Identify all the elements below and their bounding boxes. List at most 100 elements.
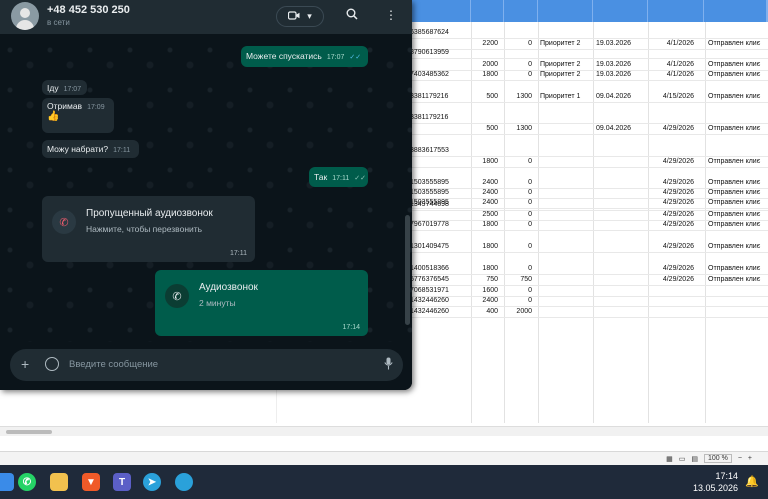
chevron-down-icon: ▾ bbox=[307, 11, 312, 21]
table-cell-b: 750 bbox=[520, 276, 532, 283]
view-break-icon[interactable]: ▤ bbox=[691, 455, 698, 463]
table-cell-a: 1800 bbox=[482, 243, 498, 250]
table-cell-phone: 1400518366 bbox=[410, 265, 449, 272]
table-cell-status: Отправлен клиє bbox=[708, 40, 761, 47]
table-cell-a: 2400 bbox=[482, 179, 498, 186]
avatar[interactable] bbox=[11, 2, 39, 30]
video-call-button[interactable]: ▾ bbox=[276, 6, 324, 27]
table-cell-status: Отправлен клиє bbox=[708, 211, 761, 218]
audio-call-card[interactable]: ✆ Аудиозвонок 2 минуты 17:14 bbox=[155, 270, 368, 336]
table-cell-b: 0 bbox=[528, 265, 532, 272]
table-cell-phone: 1349744698 bbox=[410, 201, 449, 208]
table-cell-prio: Приоритет 2 bbox=[540, 71, 581, 78]
telegram-icon[interactable]: ➤ bbox=[143, 473, 161, 491]
chat-header[interactable]: +48 452 530 250 в сети ▾ ⋮ bbox=[0, 0, 412, 34]
table-cell-prio: Приоритет 1 bbox=[540, 93, 581, 100]
missed-call-card[interactable]: ✆ Пропущенный аудиозвонок Нажмите, чтобы… bbox=[42, 196, 255, 262]
message-input[interactable]: Введите сообщение bbox=[69, 359, 158, 370]
system-clock[interactable]: 17:14 13.05.2026 bbox=[693, 470, 738, 494]
table-cell-status: Отправлен клиє bbox=[708, 93, 761, 100]
table-cell-b: 0 bbox=[528, 297, 532, 304]
table-cell-phone: 1432446260 bbox=[410, 308, 449, 315]
table-cell-a: 500 bbox=[486, 125, 498, 132]
sticker-icon[interactable] bbox=[45, 357, 59, 371]
table-cell-date2: 4/29/2026 bbox=[662, 221, 694, 228]
table-cell-date2: 4/29/2026 bbox=[662, 211, 694, 218]
view-page-icon[interactable]: ▭ bbox=[679, 455, 686, 463]
message-in[interactable]: Можу набрати? 17:11 bbox=[42, 140, 139, 158]
table-cell-a: 2500 bbox=[482, 211, 498, 218]
table-cell-phone: 7403485362 bbox=[410, 71, 449, 78]
table-cell-status: Отправлен клиє bbox=[708, 189, 761, 196]
table-cell-b: 0 bbox=[528, 287, 532, 294]
table-cell-date2: 4/15/2026 bbox=[662, 93, 694, 100]
table-cell-b: 0 bbox=[528, 179, 532, 186]
notification-bell-icon[interactable]: 🔔 bbox=[745, 475, 759, 488]
missed-call-icon: ✆ bbox=[52, 210, 76, 234]
table-cell-date2: 4/29/2026 bbox=[662, 189, 694, 196]
zoom-in-icon[interactable]: + bbox=[748, 455, 752, 462]
microphone-icon[interactable] bbox=[384, 357, 393, 373]
table-cell-status: Отправлен клиє bbox=[708, 61, 761, 68]
table-cell-a: 1800 bbox=[482, 221, 498, 228]
table-cell-a: 2000 bbox=[482, 61, 498, 68]
table-cell-phone: 6385687624 bbox=[410, 29, 449, 36]
table-cell-date2: 4/29/2026 bbox=[662, 276, 694, 283]
table-cell-status: Отправлен клиє bbox=[708, 158, 761, 165]
table-cell-prio: Приоритет 2 bbox=[540, 40, 581, 47]
table-cell-phone: 1503555895 bbox=[410, 189, 449, 196]
table-cell-a: 1800 bbox=[482, 71, 498, 78]
windows-start-icon[interactable] bbox=[0, 473, 14, 491]
table-cell-date1: 19.03.2026 bbox=[596, 61, 632, 68]
message-input-bar[interactable]: + Введите сообщение bbox=[10, 349, 403, 381]
whatsapp-window: +48 452 530 250 в сети ▾ ⋮ Можете спуска… bbox=[0, 0, 412, 390]
sheet-header-row bbox=[410, 0, 768, 22]
table-cell-phone: 1503555895 bbox=[410, 179, 449, 186]
table-cell-b: 0 bbox=[528, 61, 532, 68]
zoom-level[interactable]: 100 % bbox=[703, 454, 732, 463]
message-in[interactable]: Отримав 17:09 👍 bbox=[42, 98, 114, 133]
file-explorer-icon[interactable] bbox=[50, 473, 68, 491]
chat-scrollbar[interactable] bbox=[405, 215, 410, 325]
table-cell-date2: 4/29/2026 bbox=[662, 158, 694, 165]
table-cell-phone: 5776376545 bbox=[410, 276, 449, 283]
message-in[interactable]: Іду 17:07 bbox=[42, 80, 87, 95]
table-cell-status: Отправлен клиє bbox=[708, 71, 761, 78]
table-cell-b: 1300 bbox=[516, 93, 532, 100]
table-cell-b: 0 bbox=[528, 71, 532, 78]
contact-status: в сети bbox=[47, 18, 70, 27]
table-cell-a: 750 bbox=[486, 276, 498, 283]
attach-plus-icon[interactable]: + bbox=[21, 356, 29, 372]
table-cell-b: 0 bbox=[528, 243, 532, 250]
menu-icon[interactable]: ⋮ bbox=[385, 8, 397, 22]
table-cell-date1: 19.03.2026 bbox=[596, 71, 632, 78]
table-cell-b: 1300 bbox=[516, 125, 532, 132]
table-cell-date1: 09.04.2026 bbox=[596, 125, 632, 132]
video-icon bbox=[288, 11, 300, 22]
table-cell-date2: 4/29/2026 bbox=[662, 265, 694, 272]
search-icon[interactable] bbox=[346, 8, 358, 23]
table-cell-date2: 4/29/2026 bbox=[662, 125, 694, 132]
table-cell-date2: 4/1/2026 bbox=[666, 61, 694, 68]
table-cell-a: 500 bbox=[486, 93, 498, 100]
message-out[interactable]: Так 17:11 ✓✓ bbox=[309, 167, 368, 187]
taskbar: ✆ ▼ T ➤ 17:14 13.05.2026 🔔 bbox=[0, 465, 768, 499]
teams-icon[interactable]: T bbox=[113, 473, 131, 491]
app-icon[interactable] bbox=[175, 473, 193, 491]
table-cell-phone: 7967019778 bbox=[410, 221, 449, 228]
table-cell-status: Отправлен клиє bbox=[708, 221, 761, 228]
table-cell-b: 0 bbox=[528, 40, 532, 47]
zoom-out-icon[interactable]: − bbox=[738, 455, 742, 462]
table-cell-phone: 1432446260 bbox=[410, 297, 449, 304]
table-cell-status: Отправлен клиє bbox=[708, 125, 761, 132]
whatsapp-icon[interactable]: ✆ bbox=[18, 473, 36, 491]
horizontal-scrollbar[interactable] bbox=[0, 426, 768, 436]
table-cell-b: 0 bbox=[528, 211, 532, 218]
table-cell-phone: 8790613959 bbox=[410, 49, 449, 56]
message-out[interactable]: Можете спускатись 17:07 ✓✓ bbox=[241, 46, 368, 67]
table-cell-phone: 3883617553 bbox=[410, 147, 449, 154]
table-cell-b: 0 bbox=[528, 189, 532, 196]
sheet-status-bar: ▦ ▭ ▤ 100 % − + bbox=[0, 451, 768, 465]
view-normal-icon[interactable]: ▦ bbox=[666, 455, 673, 463]
brave-browser-icon[interactable]: ▼ bbox=[82, 473, 100, 491]
